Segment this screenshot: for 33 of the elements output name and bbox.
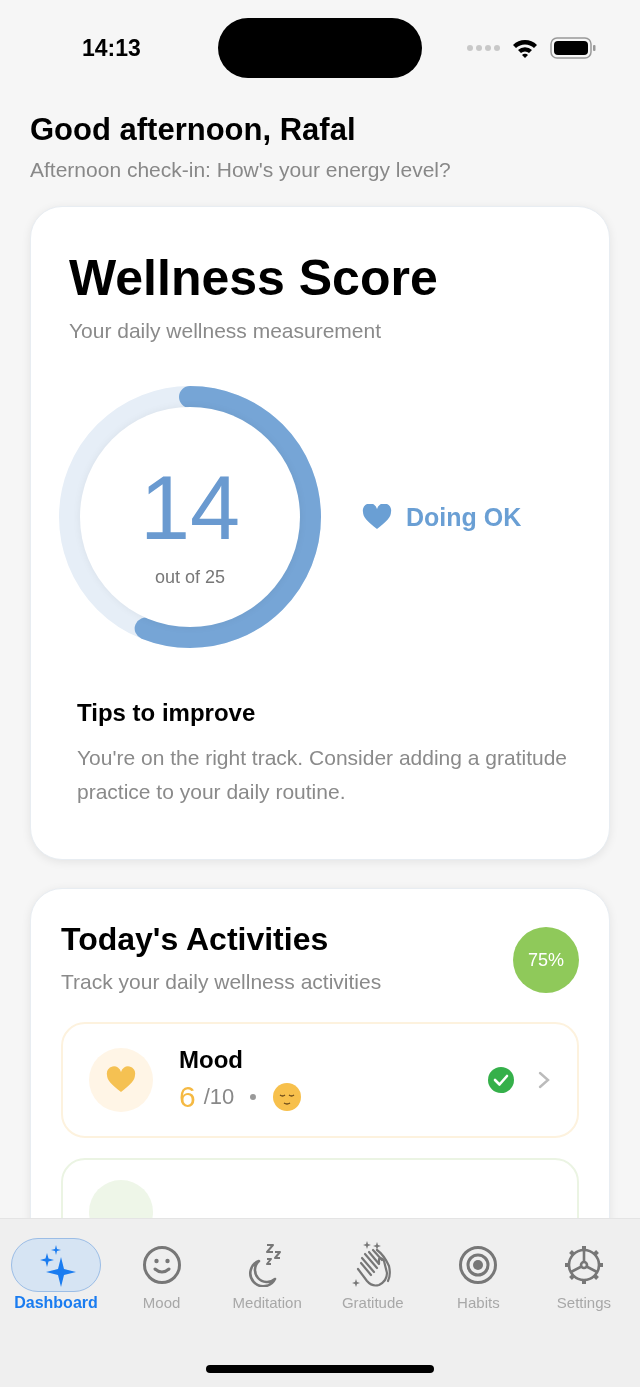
- progress-badge: 75%: [513, 927, 579, 993]
- heart-icon: [106, 1066, 136, 1094]
- greeting-title: Good afternoon, Rafal: [30, 112, 357, 148]
- greeting-subtitle: Afternoon check-in: How's your energy level?: [30, 158, 452, 182]
- card-subtitle: Your daily wellness measurement: [69, 319, 383, 343]
- activity-scale: /10: [203, 1084, 235, 1110]
- tips-text: You're on the right track. Consider adding a gratitude practice to your daily routine.: [77, 745, 569, 805]
- tab[interactable]: Habits: [428, 1237, 529, 1312]
- tab[interactable]: Mood: [111, 1237, 212, 1312]
- status-time: 14:13: [82, 34, 142, 62]
- card-subtitle: Track your daily wellness activities: [61, 970, 382, 994]
- relieved-face-icon: [272, 1082, 303, 1112]
- activity-row[interactable]: Mood 6 /10: [61, 1022, 579, 1138]
- status-label: Doing OK: [406, 502, 522, 532]
- score-caption: out of 25: [154, 566, 226, 588]
- tab[interactable]: Meditation: [217, 1237, 318, 1312]
- chevron-icon: [537, 1070, 551, 1090]
- tips-title: Tips to improve: [77, 699, 257, 727]
- tab[interactable]: Gratitude: [322, 1237, 423, 1312]
- heart-icon: [362, 504, 392, 530]
- separator-dot: [250, 1094, 257, 1100]
- signal-icon: [466, 44, 500, 52]
- activity-name: Mood: [179, 1046, 244, 1074]
- smiley-icon: [141, 1245, 182, 1285]
- wifi-icon: [512, 38, 538, 58]
- activity-value: 6: [179, 1080, 196, 1114]
- gear-icon: [562, 1244, 605, 1286]
- target-icon: [458, 1245, 499, 1285]
- score-value: 14: [139, 462, 241, 553]
- battery-icon: [550, 37, 596, 59]
- card-title: Today's Activities: [61, 921, 330, 958]
- card-title: Wellness Score: [69, 249, 439, 307]
- tab[interactable]: Settings: [533, 1237, 634, 1312]
